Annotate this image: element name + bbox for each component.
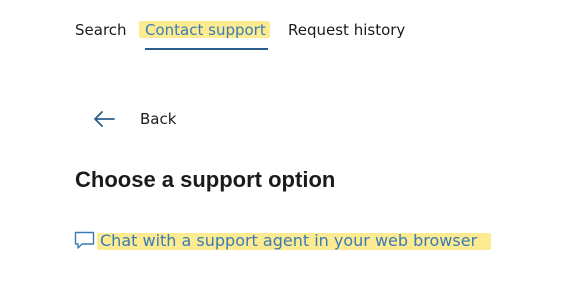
chat-link-label: Chat with a support agent in your web br…	[100, 230, 478, 250]
back-button[interactable]: Back	[92, 106, 176, 132]
page-heading: Choose a support option	[75, 167, 336, 192]
selected-tab-indicator	[145, 48, 268, 50]
tab-search-label: Search	[75, 21, 127, 39]
tab-request-history[interactable]: Request history	[288, 18, 405, 42]
chat-with-agent-link[interactable]: Chat with a support agent in your web br…	[74, 227, 491, 253]
tab-request-history-label: Request history	[288, 21, 406, 39]
back-button-label: Back	[140, 110, 177, 128]
arrow-left-icon	[92, 109, 116, 129]
tab-search[interactable]: Search	[75, 18, 127, 42]
tab-contact-support-label: Contact support	[145, 21, 266, 39]
tab-contact-support[interactable]: Contact support	[139, 18, 270, 42]
chat-link-text: Chat with a support agent in your web br…	[97, 230, 491, 250]
chat-bubble-icon	[74, 231, 95, 250]
